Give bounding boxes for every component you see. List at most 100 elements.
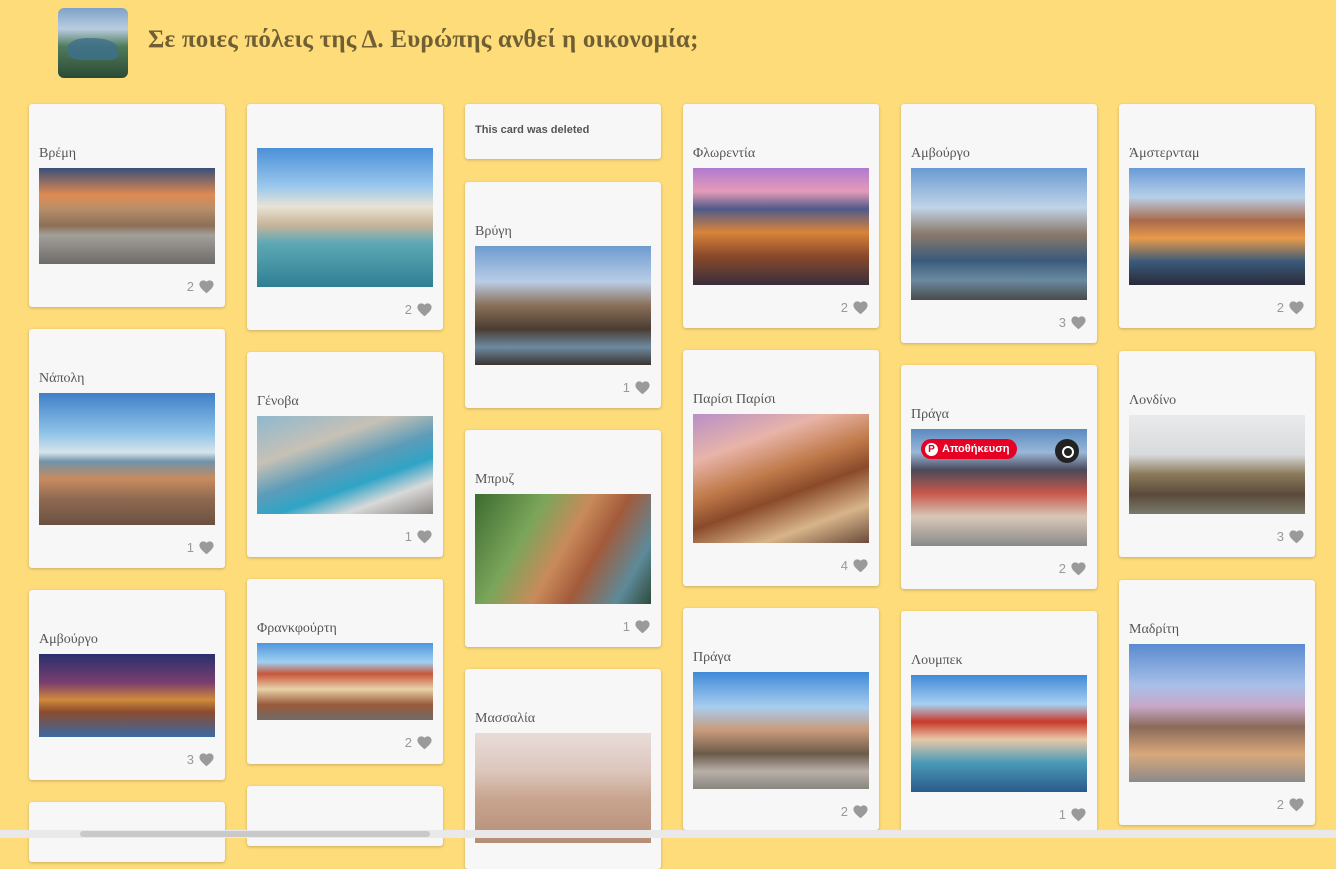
like-counter[interactable]: 3 (187, 751, 215, 767)
post-image[interactable] (39, 393, 215, 525)
heart-icon[interactable] (1288, 528, 1305, 544)
heart-icon[interactable] (1070, 560, 1087, 576)
post-card[interactable]: Αμβούργο 3 (901, 104, 1097, 343)
post-card[interactable]: Βρέμη 2 (29, 104, 225, 307)
like-count: 4 (840, 557, 848, 573)
like-count: 2 (404, 734, 412, 750)
post-caption: Μασσαλία (475, 711, 536, 726)
post-image[interactable] (911, 675, 1087, 792)
heart-icon[interactable] (1288, 299, 1305, 315)
horizontal-scrollbar[interactable] (0, 830, 1336, 838)
post-image[interactable] (475, 733, 651, 843)
heart-icon[interactable] (1288, 796, 1305, 812)
post-card[interactable]: Λονδίνο 3 (1119, 351, 1315, 557)
post-card[interactable]: Γένοβα 1 (247, 352, 443, 557)
post-card[interactable]: 2 (247, 104, 443, 330)
heart-icon[interactable] (198, 539, 215, 555)
like-counter[interactable]: 2 (841, 299, 869, 315)
like-counter[interactable]: 3 (1277, 528, 1305, 544)
deleted-card-message: This card was deleted (475, 124, 590, 136)
post-image[interactable] (257, 643, 433, 720)
post-card[interactable]: Λουμπεκ 1 (901, 611, 1097, 833)
heart-icon[interactable] (198, 751, 215, 767)
like-counter[interactable]: 2 (1277, 299, 1305, 315)
post-image[interactable] (257, 416, 433, 514)
page-title: Σε ποιες πόλεις της Δ. Ευρώπης ανθεί η ο… (148, 26, 699, 53)
post-image[interactable] (911, 168, 1087, 300)
post-card[interactable]: Παρίσι Παρίσι 4 (683, 350, 879, 586)
heart-icon[interactable] (1070, 314, 1087, 330)
heart-icon[interactable] (416, 734, 433, 750)
like-count: 2 (186, 278, 194, 294)
like-counter[interactable]: 2 (187, 278, 215, 294)
post-caption: Φρανκφούρτη (257, 621, 337, 636)
post-image[interactable] (1129, 415, 1305, 514)
post-card[interactable]: Πράγα 2 (683, 608, 879, 830)
post-caption: Λονδίνο (1129, 393, 1177, 408)
post-caption: Μπρυζ (475, 472, 515, 487)
post-image[interactable] (257, 148, 433, 287)
like-counter[interactable]: 1 (623, 618, 651, 634)
heart-icon[interactable] (852, 557, 869, 573)
post-caption: Λουμπεκ (911, 653, 963, 668)
like-counter[interactable]: 1 (623, 379, 651, 395)
heart-icon[interactable] (852, 299, 869, 315)
heart-icon[interactable] (634, 618, 651, 634)
post-image[interactable] (475, 494, 651, 604)
post-image[interactable] (693, 414, 869, 543)
wall-header: Σε ποιες πόλεις της Δ. Ευρώπης ανθεί η ο… (0, 0, 1336, 95)
wall-cover-image[interactable] (58, 8, 128, 78)
like-counter[interactable]: 2 (405, 301, 433, 317)
deleted-card: This card was deleted (465, 104, 661, 159)
heart-icon[interactable] (634, 379, 651, 395)
like-counter[interactable]: 1 (187, 539, 215, 555)
like-counter[interactable]: 2 (405, 734, 433, 750)
heart-icon[interactable] (416, 301, 433, 317)
post-image[interactable]: P Αποθήκευση (911, 429, 1087, 546)
like-count: 3 (1058, 314, 1066, 330)
like-counter[interactable]: 3 (1059, 314, 1087, 330)
post-caption: Πράγα (693, 650, 731, 665)
like-count: 2 (840, 299, 848, 315)
post-card[interactable]: Μασσαλία (465, 669, 661, 869)
scrollbar-thumb[interactable] (80, 831, 430, 837)
post-image[interactable] (39, 168, 215, 264)
post-card[interactable]: Μαδρίτη 2 (1119, 580, 1315, 825)
post-image[interactable] (693, 168, 869, 285)
post-card[interactable]: Άμστερνταμ 2 (1119, 104, 1315, 328)
heart-icon[interactable] (1070, 806, 1087, 822)
heart-icon[interactable] (198, 278, 215, 294)
post-card[interactable]: Φλωρεντία 2 (683, 104, 879, 328)
like-counter[interactable]: 2 (841, 803, 869, 819)
post-card[interactable]: Αμβούργο 3 (29, 590, 225, 780)
post-image[interactable] (475, 246, 651, 365)
post-image[interactable] (1129, 168, 1305, 285)
post-card[interactable]: Φρανκφούρτη 2 (247, 579, 443, 764)
like-count: 1 (622, 618, 630, 634)
like-counter[interactable]: 4 (841, 557, 869, 573)
post-card[interactable]: Βρύγη 1 (465, 182, 661, 408)
post-card[interactable]: Νάπολη 1 (29, 329, 225, 568)
post-card[interactable]: Μπρυζ 1 (465, 430, 661, 647)
like-counter[interactable]: 2 (1277, 796, 1305, 812)
visual-search-icon[interactable] (1055, 439, 1079, 463)
pinterest-icon: P (925, 442, 938, 456)
like-count: 1 (622, 379, 630, 395)
like-count: 1 (1058, 806, 1066, 822)
post-image[interactable] (39, 654, 215, 737)
post-caption: Βρέμη (39, 146, 77, 161)
post-caption: Άμστερνταμ (1129, 146, 1200, 161)
like-counter[interactable]: 1 (1059, 806, 1087, 822)
like-count: 3 (1276, 528, 1284, 544)
post-image[interactable] (1129, 644, 1305, 782)
post-card[interactable]: Πράγα P Αποθήκευση 2 (901, 365, 1097, 589)
heart-icon[interactable] (416, 528, 433, 544)
like-count: 2 (1058, 560, 1066, 576)
post-caption: Αμβούργο (39, 632, 98, 647)
like-count: 2 (404, 301, 412, 317)
pinterest-save-button[interactable]: P Αποθήκευση (921, 439, 1018, 459)
like-counter[interactable]: 2 (1059, 560, 1087, 576)
like-counter[interactable]: 1 (405, 528, 433, 544)
heart-icon[interactable] (852, 803, 869, 819)
post-image[interactable] (693, 672, 869, 789)
